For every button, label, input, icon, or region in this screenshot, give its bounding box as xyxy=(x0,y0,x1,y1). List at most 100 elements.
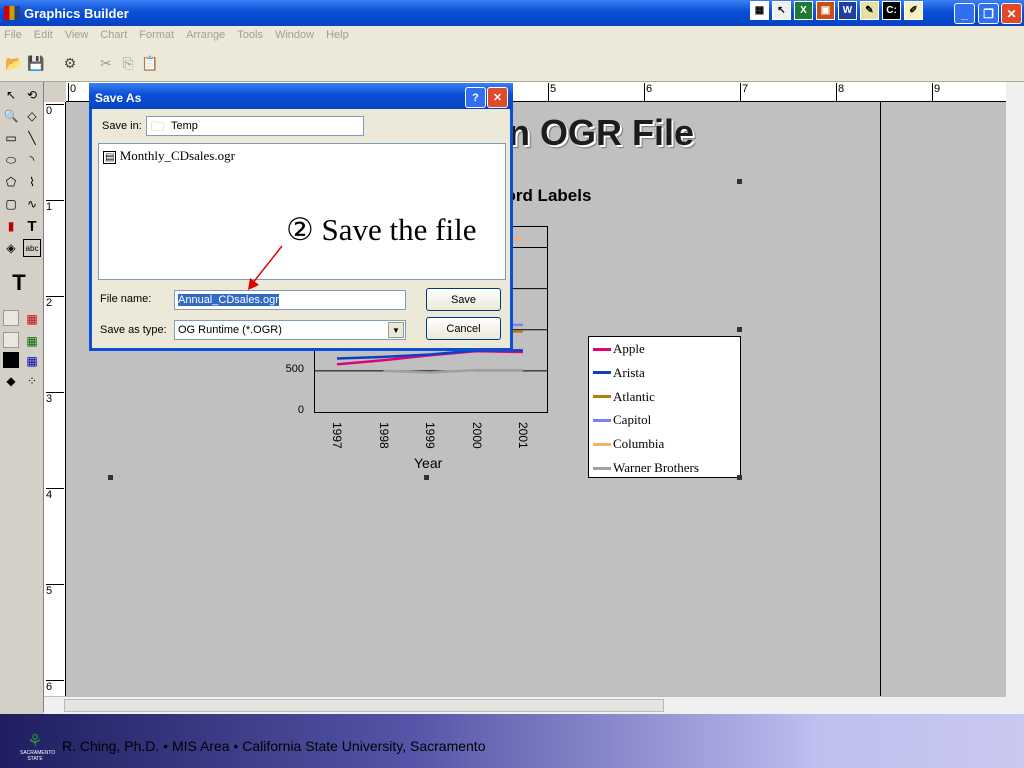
series-line-warner-brothers[interactable] xyxy=(383,368,524,374)
file-name-label: File name: xyxy=(100,293,152,305)
annotation-text: ② Save the file xyxy=(286,212,477,247)
legend-swatch xyxy=(593,395,611,399)
chevron-down-icon[interactable]: ▼ xyxy=(388,322,404,338)
powerpoint-shortcut-icon[interactable]: ▣ xyxy=(816,1,835,20)
open-icon[interactable]: 📂 xyxy=(4,53,24,73)
selection-handle[interactable] xyxy=(737,327,742,332)
save-type-value: OG Runtime (*.OGR) xyxy=(178,324,282,336)
freehand-tool-icon[interactable]: ∿ xyxy=(23,195,41,213)
selection-handle[interactable] xyxy=(424,475,429,480)
ruler-tick-label: 0 xyxy=(68,83,76,101)
ruler-tick-label: 4 xyxy=(46,488,64,501)
ruler-tick-label: 0 xyxy=(46,104,64,117)
select-tool-icon[interactable]: ↖ xyxy=(2,86,20,104)
symbol-tool-icon[interactable]: ◈ xyxy=(2,239,20,257)
paint-shortcut-icon[interactable]: ✐ xyxy=(904,1,923,20)
line-tool-icon[interactable]: ╲ xyxy=(23,129,41,147)
menu-format[interactable]: Format xyxy=(139,29,174,41)
text-color-icon[interactable]: ▦ xyxy=(23,352,41,370)
text-tool-icon[interactable]: T xyxy=(23,217,41,235)
line-color-swatch[interactable] xyxy=(3,332,19,348)
reshape-tool-icon[interactable]: ◇ xyxy=(23,107,41,125)
minimize-button[interactable]: _ xyxy=(954,3,975,24)
copy-icon[interactable]: ⎘ xyxy=(118,53,138,73)
vertical-scrollbar[interactable] xyxy=(1006,82,1024,714)
paste-icon[interactable]: 📋 xyxy=(140,53,160,73)
text-color-swatch[interactable] xyxy=(3,352,19,368)
footer-text: R. Ching, Ph.D. • MIS Area • California … xyxy=(62,738,486,754)
polygon-tool-icon[interactable]: ⬠ xyxy=(2,173,20,191)
save-icon[interactable]: 💾 xyxy=(26,53,46,73)
rotate-tool-icon[interactable]: ⟲ xyxy=(23,86,41,104)
dialog-close-button[interactable]: ✕ xyxy=(487,87,508,108)
legend-item[interactable]: Apple xyxy=(593,341,645,357)
legend-label: Columbia xyxy=(613,436,665,452)
toolbar: 📂 💾 ⚙ ✂ ⎘ 📋 xyxy=(0,44,1024,82)
menu-tools[interactable]: Tools xyxy=(237,29,263,41)
file-name-input[interactable]: Annual_CDsales.ogr xyxy=(174,290,406,310)
save-in-dropdown[interactable]: 🗀 Temp xyxy=(146,116,364,136)
close-button[interactable]: ✕ xyxy=(1001,3,1022,24)
restore-button[interactable]: ❐ xyxy=(978,3,999,24)
app-icon[interactable] xyxy=(4,6,20,20)
chart-tool-icon[interactable]: ▮ xyxy=(2,217,20,235)
scroll-thumb[interactable] xyxy=(64,699,664,712)
menu-help[interactable]: Help xyxy=(326,29,349,41)
file-icon: ▤ xyxy=(103,151,117,164)
polyline-tool-icon[interactable]: ⌇ xyxy=(23,173,41,191)
legend-item[interactable]: Capitol xyxy=(593,412,651,428)
save-button[interactable]: Save xyxy=(426,288,501,311)
cut-icon[interactable]: ✂ xyxy=(96,53,116,73)
fill-color-swatch[interactable] xyxy=(3,310,19,326)
ellipse-tool-icon[interactable]: ⬭ xyxy=(2,151,20,169)
legend-item[interactable]: Warner Brothers xyxy=(593,460,699,476)
menu-file[interactable]: File xyxy=(4,29,22,41)
menu-arrange[interactable]: Arrange xyxy=(186,29,225,41)
app-shortcut-icon[interactable]: ▦ xyxy=(750,1,769,20)
legend-item[interactable]: Atlantic xyxy=(593,389,655,405)
save-type-dropdown[interactable]: OG Runtime (*.OGR) ▼ xyxy=(174,320,406,340)
help-button[interactable]: ? xyxy=(465,87,486,108)
menu-window[interactable]: Window xyxy=(275,29,314,41)
menu-chart[interactable]: Chart xyxy=(100,29,127,41)
legend-item[interactable]: Arista xyxy=(593,365,645,381)
list-item[interactable]: ▤ Monthly_CDsales.ogr xyxy=(103,148,235,164)
font-icon[interactable]: T xyxy=(10,270,28,295)
legend-label: Atlantic xyxy=(613,388,655,404)
fill-color-icon[interactable]: ▦ xyxy=(23,310,41,328)
word-shortcut-icon[interactable]: W xyxy=(838,1,857,20)
university-logo: ⚘ SACRAMENTO STATE xyxy=(20,731,56,762)
x-tick-label: 2000 xyxy=(469,422,484,449)
notes-shortcut-icon[interactable]: ✎ xyxy=(860,1,879,20)
selection-handle[interactable] xyxy=(737,179,742,184)
save-type-label: Save as type: xyxy=(100,324,167,336)
series-line-arista[interactable] xyxy=(336,349,523,360)
arc-tool-icon[interactable]: ◝ xyxy=(23,151,41,169)
diamond-icon[interactable]: ◆ xyxy=(2,372,20,390)
legend-item[interactable]: Columbia xyxy=(593,436,664,452)
console-shortcut-icon[interactable]: C: xyxy=(882,1,901,20)
cancel-button[interactable]: Cancel xyxy=(426,317,501,340)
rectangle-tool-icon[interactable]: ▭ xyxy=(2,129,20,147)
help-label: ? xyxy=(472,91,479,104)
tool-palette: ↖ ⟲ 🔍 ◇ ▭ ╲ ⬭ ◝ ⬠ ⌇ ▢ ∿ ▮ T ◈ abc T ▦ ▦ … xyxy=(0,82,44,712)
rounded-rect-tool-icon[interactable]: ▢ xyxy=(2,195,20,213)
excel-shortcut-icon[interactable]: X xyxy=(794,1,813,20)
line-color-icon[interactable]: ▦ xyxy=(23,332,41,350)
field-tool-icon[interactable]: abc xyxy=(23,239,41,257)
run-icon[interactable]: ⚙ xyxy=(60,53,80,73)
cursor-shortcut-icon[interactable]: ↖ xyxy=(772,1,791,20)
selection-handle[interactable] xyxy=(737,475,742,480)
selection-handle[interactable] xyxy=(108,475,113,480)
ruler-tick-label: 1 xyxy=(46,200,64,213)
save-label: Save xyxy=(450,293,477,306)
pattern-icon[interactable]: ⁘ xyxy=(23,372,41,390)
chart-legend[interactable]: Apple Arista Atlantic Capitol Columbia Warner… xyxy=(588,336,741,478)
menubar: File Edit View Chart Format Arrange Tool… xyxy=(0,26,1024,44)
menu-view[interactable]: View xyxy=(65,29,89,41)
magnify-tool-icon[interactable]: 🔍 xyxy=(2,107,20,125)
dialog-title: Save As xyxy=(95,91,142,105)
horizontal-scrollbar[interactable] xyxy=(44,696,1006,714)
menu-edit[interactable]: Edit xyxy=(34,29,53,41)
legend-swatch xyxy=(593,418,611,422)
